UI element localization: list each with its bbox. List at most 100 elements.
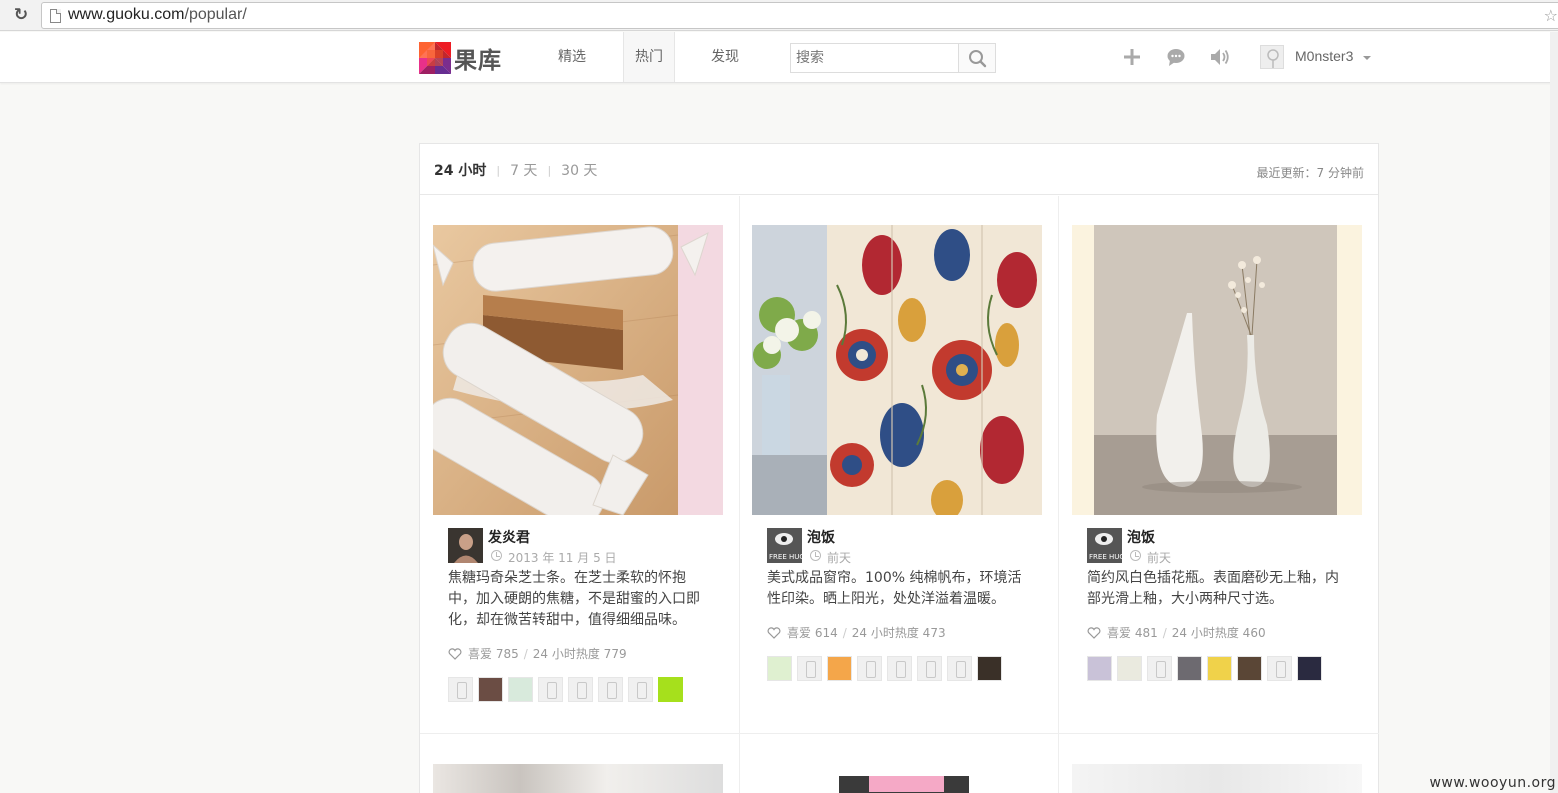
liker-avatar[interactable] [508, 677, 533, 702]
liker-avatar[interactable] [1267, 656, 1292, 681]
browser-toolbar: ↻ www.guoku.com/popular/ ☆ [0, 0, 1558, 31]
product-image-curtain[interactable] [752, 225, 1042, 515]
liker-avatar[interactable] [947, 656, 972, 681]
liker-avatar[interactable] [1087, 656, 1112, 681]
heart-icon[interactable] [1087, 626, 1101, 639]
author-avatar[interactable]: FREE HUGS [767, 528, 802, 563]
liker-avatar[interactable] [917, 656, 942, 681]
liker-avatar[interactable] [1117, 656, 1142, 681]
author-avatar[interactable]: FREE HUGS [1087, 528, 1122, 563]
url-host: www.guoku.com [68, 6, 185, 23]
search-button[interactable] [958, 44, 995, 72]
tab-24h[interactable]: 24 小时 [434, 160, 486, 180]
stats-divider: / [523, 646, 528, 661]
liker-avatar[interactable] [977, 656, 1002, 681]
post-date: 2013 年 11 月 5 日 [508, 551, 617, 565]
address-bar[interactable]: www.guoku.com/popular/ ☆ [41, 2, 1558, 29]
product-description: 简约风白色插花瓶。表面磨砂无上釉，内部光滑上釉，大小两种尺寸选。 [1087, 570, 1339, 607]
search-input[interactable] [791, 44, 959, 72]
tab-divider: | [547, 163, 552, 177]
liker-avatars [448, 677, 683, 702]
liker-avatar[interactable] [1207, 656, 1232, 681]
liker-avatar[interactable] [1237, 656, 1262, 681]
time-filter-bar: 24 小时 | 7 天 | 30 天 最近更新：7 分钟前 [420, 144, 1378, 195]
product-image[interactable] [433, 764, 723, 793]
username[interactable]: M0nster3 [1295, 48, 1353, 64]
like-count: 喜爱 785 [468, 647, 519, 661]
search-icon [969, 50, 987, 68]
bookmark-star-icon[interactable]: ☆ [1544, 6, 1558, 25]
url-path: /popular/ [184, 6, 247, 23]
nav-featured[interactable]: 精选 [540, 32, 604, 82]
product-image-vase[interactable] [1072, 225, 1362, 515]
product-card [739, 734, 1059, 793]
liker-avatar[interactable] [887, 656, 912, 681]
stats-divider: / [1162, 625, 1167, 640]
chevron-down-icon[interactable] [1363, 56, 1371, 60]
product-description: 美式成品窗帘。100% 纯棉帆布，环境活性印染。晒上阳光，处处洋溢着温暖。 [767, 570, 1022, 607]
product-image-caramel-bars[interactable] [433, 225, 723, 515]
post-date: 前天 [1147, 551, 1172, 565]
liker-avatar[interactable] [448, 677, 473, 702]
url-text: www.guoku.com/popular/ [68, 6, 247, 24]
tab-30d[interactable]: 30 天 [561, 160, 597, 180]
popular-panel: 24 小时 | 7 天 | 30 天 最近更新：7 分钟前 发炎君 2013 年… [419, 143, 1379, 793]
avatar-badge-text: FREE HUGS [769, 553, 802, 561]
stats-divider: / [842, 625, 847, 640]
page-icon [50, 9, 61, 23]
page-scrollbar[interactable] [1550, 32, 1558, 793]
like-count: 喜爱 481 [1107, 626, 1158, 640]
product-card: 发炎君 2013 年 11 月 5 日 焦糖玛奇朵芝士条。在芝士柔软的怀抱中，加… [420, 196, 740, 734]
product-image[interactable] [839, 776, 969, 793]
liker-avatar[interactable] [538, 677, 563, 702]
like-count: 喜爱 614 [787, 626, 838, 640]
liker-avatar[interactable] [1297, 656, 1322, 681]
clock-icon [1130, 550, 1141, 561]
nav-popular[interactable]: 热门 [623, 32, 675, 82]
liker-avatar[interactable] [658, 677, 683, 702]
liker-avatars [1087, 656, 1322, 681]
site-header: 果库 精选 热门 发现 M0nster3 [0, 32, 1558, 83]
liker-avatar[interactable] [827, 656, 852, 681]
reload-icon[interactable]: ↻ [10, 4, 32, 26]
liker-avatar[interactable] [857, 656, 882, 681]
liker-avatar[interactable] [767, 656, 792, 681]
avatar-badge-text: FREE HUGS [1089, 553, 1122, 561]
clock-icon [810, 550, 821, 561]
logo[interactable]: 果库 [419, 42, 502, 74]
product-description: 焦糖玛奇朵芝士条。在芝士柔软的怀抱中，加入硬朗的焦糖，不是甜蜜的入口即化，却在微… [448, 570, 700, 628]
heat-count: 24 小时热度 473 [851, 626, 946, 640]
author-name[interactable]: 发炎君 [488, 527, 530, 547]
watermark-text: www.wooyun.org [1429, 775, 1556, 791]
heart-icon[interactable] [448, 647, 462, 660]
heat-count: 24 小时热度 779 [532, 647, 627, 661]
speaker-icon[interactable] [1209, 46, 1231, 68]
tab-divider: | [496, 163, 501, 177]
liker-avatars [767, 656, 1002, 681]
logo-text: 果库 [454, 48, 502, 74]
nav-discover[interactable]: 发现 [694, 32, 756, 82]
product-card: FREE HUGS 泡饭 前天 美式成品窗帘。100% 纯棉帆布，环境活性印染。… [739, 196, 1059, 734]
liker-avatar[interactable] [1177, 656, 1202, 681]
logo-mark-icon [419, 42, 451, 74]
last-update-text: 最近更新：7 分钟前 [1256, 166, 1364, 180]
liker-avatar[interactable] [598, 677, 623, 702]
liker-avatar[interactable] [1147, 656, 1172, 681]
plus-icon[interactable] [1121, 46, 1143, 68]
product-stats: 喜爱 481 / 24 小时热度 460 [1087, 624, 1266, 641]
clock-icon [491, 550, 502, 561]
liker-avatar[interactable] [478, 677, 503, 702]
heart-icon[interactable] [767, 626, 781, 639]
author-avatar[interactable] [448, 528, 483, 563]
product-card [1059, 734, 1379, 793]
user-silhouette-icon [1267, 49, 1279, 68]
author-name[interactable]: 泡饭 [1127, 527, 1155, 547]
message-icon[interactable] [1165, 46, 1187, 68]
liker-avatar[interactable] [628, 677, 653, 702]
product-image[interactable] [1072, 764, 1362, 793]
liker-avatar[interactable] [797, 656, 822, 681]
author-name[interactable]: 泡饭 [807, 527, 835, 547]
user-avatar[interactable] [1260, 45, 1284, 69]
tab-7d[interactable]: 7 天 [510, 160, 537, 180]
liker-avatar[interactable] [568, 677, 593, 702]
